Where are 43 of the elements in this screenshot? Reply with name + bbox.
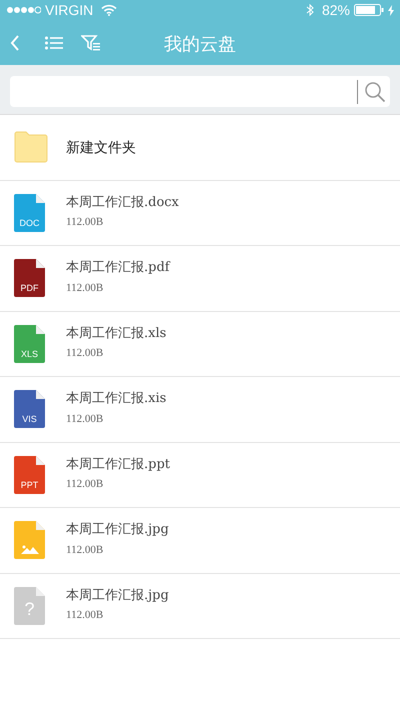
file-row[interactable]: PPT 本周工作汇报.ppt 112.00B <box>0 442 400 508</box>
filter-icon[interactable] <box>81 34 101 50</box>
battery-percent: 82% <box>322 0 350 20</box>
file-name: 本周工作汇报.jpg <box>66 588 169 604</box>
folder-name: 新建文件夹 <box>66 138 136 157</box>
carrier-name: VIRGIN <box>45 0 94 20</box>
file-size: 112.00B <box>66 280 104 296</box>
search-icon[interactable] <box>364 80 386 102</box>
battery-icon <box>354 4 384 16</box>
file-name: 本周工作汇报.xls <box>66 326 166 342</box>
back-icon[interactable] <box>10 34 20 50</box>
file-row[interactable]: DOC 本周工作汇报.docx 112.00B <box>0 180 400 246</box>
file-name: 本周工作汇报.ppt <box>66 456 170 472</box>
file-size: 112.00B <box>66 542 104 558</box>
file-row[interactable]: XLS 本周工作汇报.xls 112.00B <box>0 312 400 377</box>
file-type-label: XLS <box>20 350 39 359</box>
charging-icon <box>388 4 394 16</box>
file-name: 本周工作汇报.pdf <box>66 260 170 276</box>
file-row[interactable]: 新建文件夹 <box>0 115 400 180</box>
file-row[interactable]: ? 本周工作汇报.jpg 112.00B <box>0 574 400 639</box>
file-type-label: ? <box>23 600 36 618</box>
file-size: 112.00B <box>66 215 104 230</box>
search-field[interactable] <box>10 76 390 107</box>
file-size: 112.00B <box>66 412 104 427</box>
folder-icon <box>14 131 48 164</box>
file-size: 112.00B <box>66 346 104 362</box>
file-name: 本周工作汇报.docx <box>66 194 179 210</box>
file-row[interactable]: PDF 本周工作汇报.pdf 112.00B <box>0 246 400 312</box>
file-name: 本周工作汇报.xis <box>66 391 166 407</box>
file-type-label: PDF <box>20 284 40 294</box>
signal-icon <box>6 5 41 15</box>
page-title: 我的云盘 <box>163 33 237 56</box>
file-size: 112.00B <box>66 608 104 624</box>
file-type-label: VIS <box>21 415 38 424</box>
file-name: 本周工作汇报.jpg <box>66 522 169 538</box>
file-type-label: DOC <box>18 218 40 228</box>
wifi-icon <box>101 4 118 16</box>
list-icon[interactable] <box>45 36 63 50</box>
bluetooth-icon <box>306 4 314 16</box>
file-row[interactable]: VIS 本周工作汇报.xis 112.00B <box>0 377 400 442</box>
file-type-label: PPT <box>20 480 40 490</box>
file-size: 112.00B <box>66 477 104 492</box>
file-row[interactable]: 本周工作汇报.jpg 112.00B <box>0 508 400 574</box>
